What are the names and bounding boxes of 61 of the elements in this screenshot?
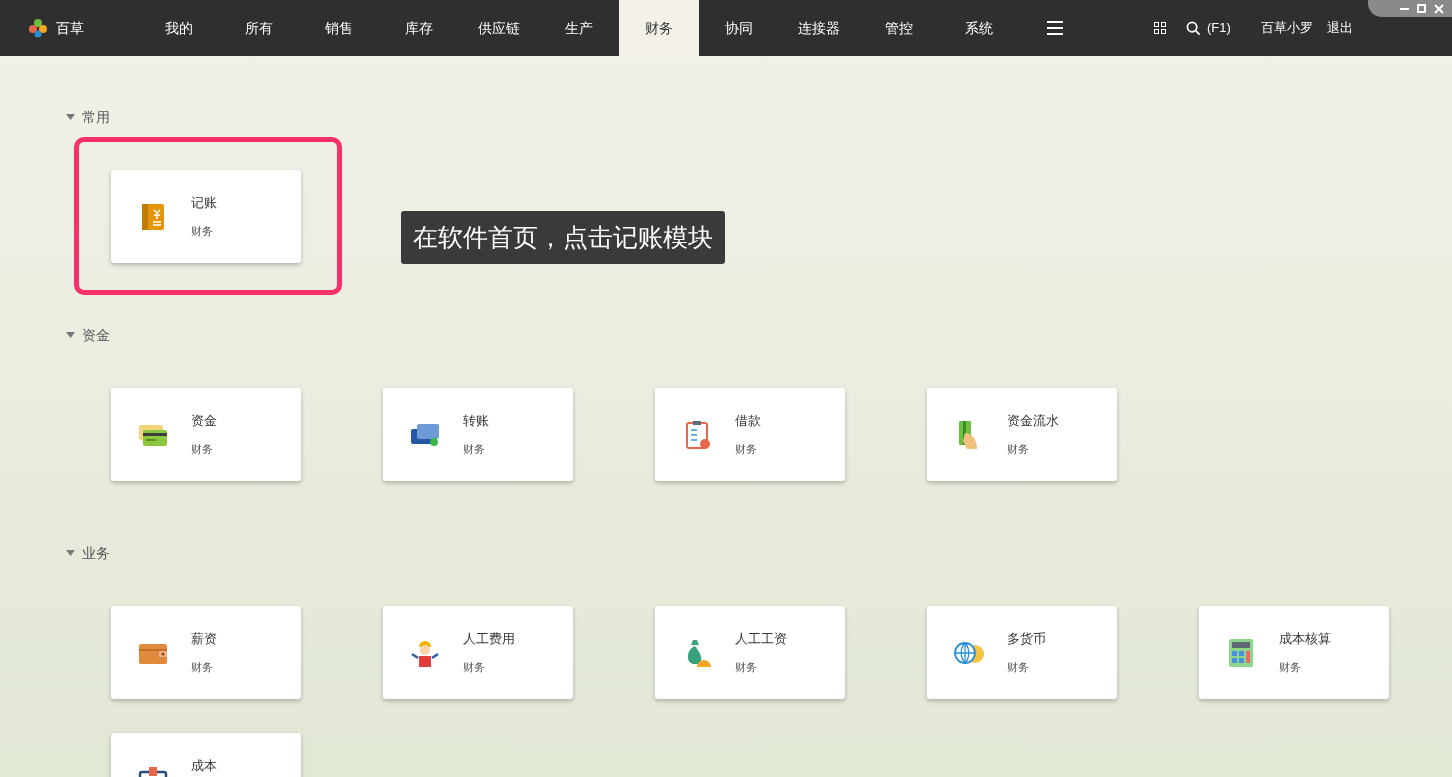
app-name: 百草 [56,18,84,38]
card-subtitle: 财务 [1007,660,1030,675]
module-card[interactable]: 记账 财务 [111,170,301,263]
card-subtitle: 财务 [735,660,758,675]
card-subtitle: 财务 [463,442,486,457]
module-card[interactable]: 成本 [111,733,301,777]
section-title: 资金 [82,325,110,345]
nav-tab[interactable]: 协同 [699,0,779,56]
close-icon[interactable] [1434,3,1444,14]
nav-tab[interactable]: 所有 [219,0,299,56]
logo-icon [28,18,48,38]
logout-link[interactable]: 退出 [1326,18,1353,38]
nav-tab[interactable]: 连接器 [779,0,859,56]
module-card[interactable]: 薪资 财务 [111,606,301,699]
caret-icon[interactable] [66,114,75,120]
caret-icon[interactable] [66,550,75,556]
module-card[interactable]: 资金流水 财务 [927,388,1117,481]
nav-tab[interactable]: 管控 [859,0,939,56]
maximize-icon[interactable] [1417,4,1426,13]
caret-icon[interactable] [66,332,75,338]
grid-icon[interactable] [1154,22,1166,34]
section-title: 常用 [82,107,110,127]
module-card[interactable]: 转账 财务 [383,388,573,481]
module-card[interactable]: 多货币 财务 [927,606,1117,699]
minimize-icon[interactable] [1400,7,1409,10]
menu-icon[interactable] [1047,21,1063,35]
section-title: 业务 [82,543,110,563]
search-shortcut: (F1) [1207,19,1231,38]
card-title: 资金流水 [1007,414,1059,428]
card-title: 人工工资 [735,632,787,646]
card-title: 成本 [191,759,217,773]
card-subtitle: 财务 [1279,660,1302,675]
card-subtitle: 财务 [1007,442,1030,457]
card-title: 借款 [735,414,761,428]
card-subtitle: 财务 [191,442,214,457]
card-subtitle: 财务 [191,224,214,239]
module-card[interactable]: 人工工资 财务 [655,606,845,699]
card-subtitle: 财务 [463,660,486,675]
card-title: 转账 [463,414,489,428]
module-card[interactable]: 成本核算 财务 [1199,606,1389,699]
card-subtitle: 财务 [191,660,214,675]
instruction-tooltip: 在软件首页，点击记账模块 [401,211,725,264]
nav-tab[interactable]: 财务 [619,0,699,56]
search-icon[interactable] [1186,20,1201,36]
module-card[interactable]: 资金 财务 [111,388,301,481]
nav-tab[interactable]: 系统 [939,0,1019,56]
nav-tab[interactable]: 我的 [139,0,219,56]
module-card[interactable]: 人工费用 财务 [383,606,573,699]
user-name[interactable]: 百草小罗 [1260,18,1313,38]
nav-tab[interactable]: 销售 [299,0,379,56]
card-title: 资金 [191,414,217,428]
nav-tab[interactable]: 生产 [539,0,619,56]
card-title: 成本核算 [1279,632,1331,646]
nav-tab[interactable]: 库存 [379,0,459,56]
card-title: 人工费用 [463,632,515,646]
card-title: 记账 [191,196,217,210]
nav-tab[interactable]: 供应链 [459,0,539,56]
card-title: 多货币 [1007,632,1046,646]
card-title: 薪资 [191,632,217,646]
card-subtitle: 财务 [735,442,758,457]
module-card[interactable]: 借款 财务 [655,388,845,481]
